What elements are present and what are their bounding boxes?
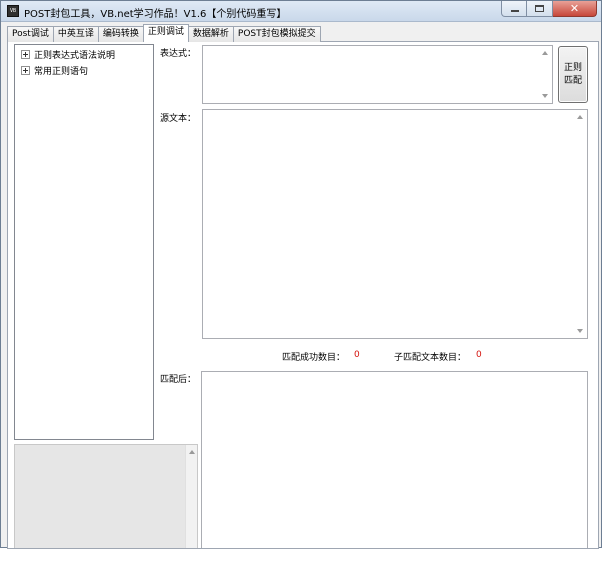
tree-item-syntax[interactable]: 正则表达式语法说明 xyxy=(21,47,115,61)
source-input[interactable] xyxy=(202,109,588,339)
scroll-up-icon[interactable] xyxy=(577,115,583,119)
close-icon: ✕ xyxy=(569,2,580,15)
match-button-line1: 正则 xyxy=(563,63,582,73)
match-count-label: 匹配成功数目： xyxy=(282,353,346,363)
expand-icon[interactable] xyxy=(21,49,30,59)
result-output[interactable] xyxy=(201,371,588,548)
title-bar[interactable]: VB POST封包工具，VB.net学习作品！V1.6【个别代码重写】 ✕ xyxy=(1,1,601,22)
tab-translate[interactable]: 中英互译 xyxy=(52,26,99,42)
expression-input[interactable] xyxy=(202,45,553,104)
tab-post-submit[interactable]: POST封包模拟提交 xyxy=(232,26,321,42)
tab-strip: Post调试 中英互译 编码转换 正则调试 数据解析 POST封包模拟提交 xyxy=(7,24,321,42)
minimize-button[interactable] xyxy=(501,1,527,17)
help-scrollbar[interactable] xyxy=(185,445,197,548)
app-icon: VB xyxy=(7,5,19,17)
tab-post-debug[interactable]: Post调试 xyxy=(7,26,54,42)
scroll-up-icon[interactable] xyxy=(542,51,548,55)
close-button[interactable]: ✕ xyxy=(553,1,597,17)
scroll-down-icon[interactable] xyxy=(577,329,583,333)
window-controls: ✕ xyxy=(501,1,597,17)
source-label: 源文本： xyxy=(160,114,197,124)
regex-match-button[interactable]: 正则 匹配 xyxy=(558,46,588,103)
tree-item-label: 常用正则语句 xyxy=(34,66,89,77)
maximize-button[interactable] xyxy=(527,1,553,17)
maximize-icon xyxy=(535,5,544,12)
minimize-icon xyxy=(511,10,519,12)
help-text-panel[interactable] xyxy=(14,444,198,548)
regex-help-tree[interactable]: 正则表达式语法说明 常用正则语句 xyxy=(14,44,154,440)
source-scrollbar[interactable] xyxy=(573,110,587,338)
expression-label: 表达式： xyxy=(160,49,197,59)
tree-item-common[interactable]: 常用正则语句 xyxy=(21,63,88,77)
tab-encoding[interactable]: 编码转换 xyxy=(97,26,144,42)
tab-data-parse[interactable]: 数据解析 xyxy=(187,26,234,42)
scroll-up-icon[interactable] xyxy=(189,450,195,454)
match-button-line2: 匹配 xyxy=(563,76,582,86)
tree-item-label: 正则表达式语法说明 xyxy=(34,50,116,61)
result-label: 匹配后： xyxy=(160,375,197,385)
expand-icon[interactable] xyxy=(21,65,30,75)
match-count-value: 0 xyxy=(354,350,360,360)
scroll-down-icon[interactable] xyxy=(542,94,548,98)
submatch-count-label: 子匹配文本数目： xyxy=(394,353,467,363)
tab-regex-debug[interactable]: 正则调试 xyxy=(142,24,189,42)
window-title: POST封包工具，VB.net学习作品！V1.6【个别代码重写】 xyxy=(24,9,287,20)
submatch-count-value: 0 xyxy=(476,350,482,360)
expression-scrollbar[interactable] xyxy=(538,46,552,103)
